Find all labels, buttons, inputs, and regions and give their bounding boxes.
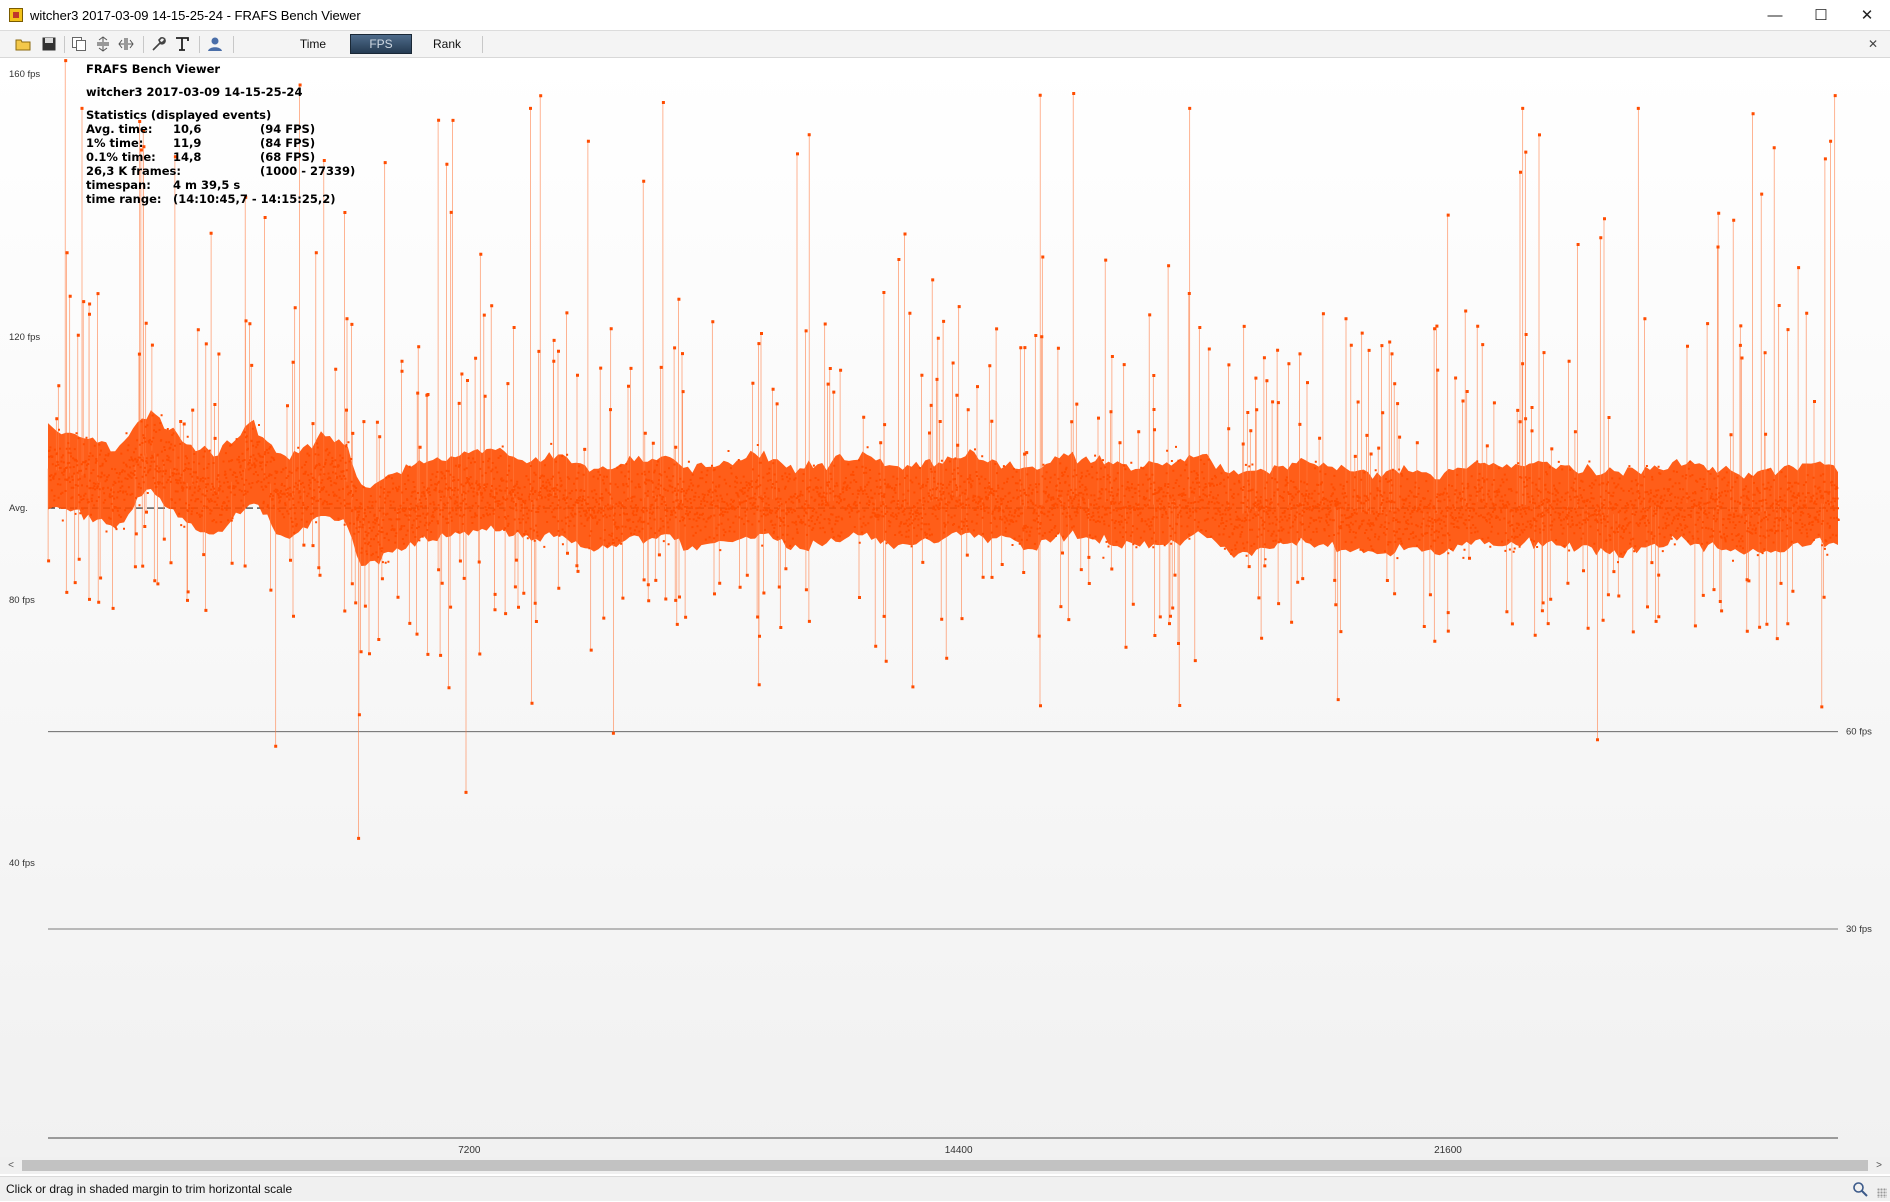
stats-file-name: witcher3 2017-03-09 14-15-25-24	[86, 85, 303, 99]
status-text: Click or drag in shaded margin to trim h…	[6, 1182, 293, 1196]
stats-label: 26,3 K frames:	[86, 164, 181, 178]
scroll-thumb[interactable]	[22, 1160, 1868, 1171]
text-icon[interactable]	[174, 36, 190, 52]
stats-extra: (94 FPS)	[260, 122, 316, 136]
horizontal-scrollbar[interactable]: < >	[0, 1157, 1890, 1174]
x-tick-label: 21600	[1434, 1145, 1462, 1156]
stats-row: time range: (14:10:45,7 - 14:15:25,2)	[86, 192, 355, 206]
y-tick-label: 80 fps	[9, 595, 35, 606]
resize-grip-icon[interactable]	[1877, 1188, 1887, 1198]
fit-vertical-icon[interactable]	[95, 36, 111, 52]
stats-value: 4 m 39,5 s	[173, 178, 241, 192]
reference-line-label: 30 fps	[1846, 924, 1872, 935]
copy-icon[interactable]	[71, 36, 87, 52]
status-bar: Click or drag in shaded margin to trim h…	[0, 1176, 1890, 1201]
stats-row: 26,3 K frames: (1000 - 27339)	[86, 164, 355, 178]
stats-label: Avg. time:	[86, 122, 153, 136]
x-tick-label: 7200	[458, 1145, 481, 1156]
title-bar: witcher3 2017-03-09 14-15-25-24 - FRAFS …	[0, 0, 1890, 31]
window-title: witcher3 2017-03-09 14-15-25-24 - FRAFS …	[30, 8, 361, 23]
y-tick-label: Avg.	[9, 503, 28, 514]
wrench-icon[interactable]	[150, 36, 166, 52]
toolbar-separator	[199, 36, 200, 53]
stats-label: timespan:	[86, 178, 151, 192]
toolbar-separator	[233, 36, 234, 53]
stats-row: timespan: 4 m 39,5 s	[86, 178, 355, 192]
zoom-icon[interactable]	[1852, 1181, 1868, 1197]
stats-row: 1% time: 11,9 (84 FPS)	[86, 136, 355, 150]
tab-rank[interactable]: Rank	[416, 34, 478, 54]
stats-value: 14,8	[173, 150, 202, 164]
save-icon[interactable]	[41, 36, 57, 52]
stats-value: 11,9	[173, 136, 202, 150]
reference-line-label: 60 fps	[1846, 727, 1872, 738]
toolbar-separator	[64, 36, 65, 53]
maximize-button[interactable]: ☐	[1798, 0, 1844, 30]
minimize-button[interactable]: —	[1752, 0, 1798, 30]
stats-extra: (68 FPS)	[260, 150, 316, 164]
scroll-right-arrow-icon[interactable]: >	[1872, 1159, 1886, 1172]
toolbar: Time FPS Rank ✕	[0, 31, 1890, 58]
close-tab-icon[interactable]: ✕	[1868, 37, 1878, 51]
stats-app-name: FRAFS Bench Viewer	[86, 62, 221, 76]
stats-label: 1% time:	[86, 136, 144, 150]
stats-row: Avg. time: 10,6 (94 FPS)	[86, 122, 355, 136]
chart-canvas[interactable]: 160 fps 120 fps Avg. 80 fps 40 fps 60 fps 30 f…	[0, 58, 1890, 1157]
fps-chart[interactable]: 160 fps 120 fps Avg. 80 fps 40 fps 60 fps 30 f…	[0, 58, 1890, 1157]
tab-fps[interactable]: FPS	[350, 34, 412, 54]
user-icon[interactable]	[207, 36, 223, 52]
stats-extra: (1000 - 27339)	[260, 164, 356, 178]
toolbar-separator	[482, 36, 483, 53]
stats-row: 0.1% time: 14,8 (68 FPS)	[86, 150, 355, 164]
fit-horizontal-icon[interactable]	[118, 36, 134, 52]
x-tick-label: 14400	[945, 1145, 973, 1156]
stats-heading: Statistics (displayed events)	[86, 108, 272, 122]
stats-value: 10,6	[173, 122, 202, 136]
y-tick-label: 40 fps	[9, 858, 35, 869]
open-folder-icon[interactable]	[15, 36, 31, 52]
statistics-panel: FRAFS Bench Viewer witcher3 2017-03-09 1…	[86, 62, 355, 206]
y-tick-label: 120 fps	[9, 332, 40, 343]
app-icon	[9, 8, 23, 22]
toolbar-separator	[143, 36, 144, 53]
stats-label: 0.1% time:	[86, 150, 156, 164]
stats-extra: (84 FPS)	[260, 136, 316, 150]
scroll-left-arrow-icon[interactable]: <	[4, 1159, 18, 1172]
stats-value: (14:10:45,7 - 14:15:25,2)	[173, 192, 336, 206]
y-tick-label: 160 fps	[9, 69, 40, 80]
stats-label: time range:	[86, 192, 162, 206]
tab-time[interactable]: Time	[282, 34, 344, 54]
close-button[interactable]: ✕	[1844, 0, 1890, 30]
